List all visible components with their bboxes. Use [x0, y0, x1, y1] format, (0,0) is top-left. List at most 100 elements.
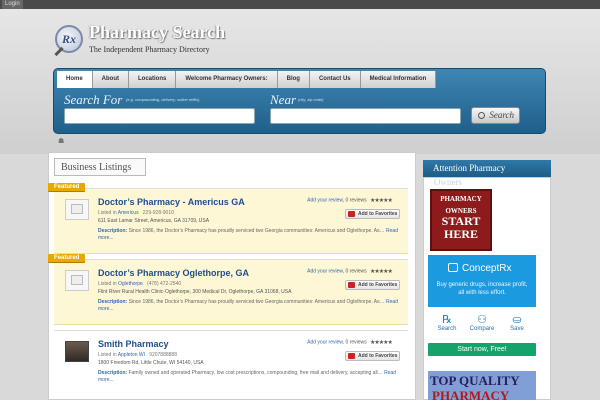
- site-title[interactable]: Pharmacy Search: [89, 22, 225, 43]
- listing-title[interactable]: Doctor’s Pharmacy - Americus GA: [98, 197, 245, 207]
- add-review-link[interactable]: Add your review,: [307, 339, 344, 345]
- description-text: Family owned and operated Pharmacy, low …: [128, 370, 383, 376]
- listing-title[interactable]: Smith Pharmacy: [98, 339, 169, 349]
- feature-save-label: Save: [510, 326, 524, 332]
- main-nav: Home About Locations Welcome Pharmacy Ow…: [57, 71, 437, 88]
- near-label: Near: [270, 92, 296, 107]
- review-info: Add your review, 0 reviews ★★★★★: [307, 339, 400, 346]
- piggy-bank-icon: ⛀: [512, 314, 522, 326]
- listing-thumbnail[interactable]: [65, 199, 89, 220]
- listed-prefix: Listed in: [98, 210, 117, 216]
- listing-item: Smith Pharmacy Listed in Appleton WI 920…: [54, 330, 408, 396]
- add-review-link[interactable]: Add your review,: [307, 268, 344, 274]
- conceptrx-ad[interactable]: ConceptRx Buy generic drugs, increase pr…: [428, 255, 536, 355]
- listed-prefix: Listed in: [98, 352, 117, 358]
- top-utility-bar: [0, 0, 600, 9]
- site-tagline: The Independent Pharmacy Directory: [89, 45, 210, 54]
- quality-ad-line1: TOP QUALITY: [430, 373, 520, 388]
- conceptrx-logo-icon: [448, 263, 458, 272]
- heart-icon: [348, 211, 355, 217]
- home-breadcrumb-icon[interactable]: ☗: [58, 137, 64, 145]
- review-count: 0 reviews: [345, 268, 367, 275]
- listed-prefix: Listed in: [98, 281, 117, 287]
- conceptrx-brand: ConceptRx: [462, 263, 512, 274]
- feature-search-label: Search: [437, 326, 457, 332]
- conceptrx-logo: ConceptRx: [448, 263, 511, 274]
- favorites-label: Add to Favorites: [358, 353, 398, 359]
- listing-phone: (478) 472-2540: [146, 281, 182, 287]
- search-button-label: Search: [489, 110, 514, 120]
- pharmacy-owners-ad[interactable]: PHARMACY OWNERS START HERE: [430, 189, 492, 251]
- heart-icon: [348, 353, 355, 359]
- listing-thumbnail[interactable]: [65, 341, 89, 362]
- sidebar-heading-overflow: Owners: [434, 177, 462, 187]
- nav-contact[interactable]: Contact Us: [309, 71, 361, 88]
- nav-pharmacy-owners[interactable]: Welcome Pharmacy Owners:: [176, 71, 278, 88]
- description-label: Description:: [98, 228, 128, 234]
- nav-home[interactable]: Home: [57, 71, 93, 88]
- feature-save: ⛀ Save: [502, 314, 532, 332]
- section-title: Business Listings: [54, 158, 146, 176]
- listing-description: Description: Family owned and operated P…: [98, 370, 398, 384]
- compare-icon: ⚇: [477, 314, 487, 326]
- ad-owners-line1: PHARMACY: [440, 195, 482, 203]
- feature-compare: ⚇ Compare: [467, 314, 497, 332]
- review-count: 0 reviews: [345, 197, 367, 204]
- listing-item: Featured Doctor’s Pharmacy Oglethorpe, G…: [48, 254, 408, 325]
- rating-stars-icon: ★★★★★: [370, 198, 393, 204]
- listing-phone: 229-928-9010: [142, 210, 174, 216]
- favorites-label: Add to Favorites: [358, 282, 398, 288]
- nav-blog[interactable]: Blog: [277, 71, 310, 88]
- conceptrx-copy: Buy generic drugs, increase profit, all …: [436, 282, 528, 296]
- listing-phone: 9207888888: [149, 352, 177, 358]
- feature-search: ℞ Search: [432, 314, 462, 332]
- listing-address: 1800 Freedom Rd, Little Chute, WI 54140,…: [98, 360, 204, 366]
- add-to-favorites-button[interactable]: Add to Favorites: [345, 351, 400, 361]
- listing-category-link[interactable]: Americus: [118, 210, 139, 216]
- search-for-hint: (e.g. compounding, delivery, online refi…: [126, 97, 200, 102]
- listing-meta: Listed in Americus 229-928-9010: [98, 210, 174, 216]
- listing-category-link[interactable]: Appleton WI: [118, 352, 145, 358]
- search-for-input[interactable]: [64, 108, 255, 124]
- add-to-favorites-button[interactable]: Add to Favorites: [345, 280, 400, 290]
- search-icon: [478, 112, 485, 119]
- nav-about[interactable]: About: [92, 71, 129, 88]
- review-info: Add your review, 0 reviews ★★★★★: [307, 197, 400, 204]
- listing-meta: Listed in Oglethorpe (478) 472-2540: [98, 281, 181, 287]
- review-info: Add your review, 0 reviews ★★★★★: [307, 268, 400, 275]
- top-quality-pharmacy-ad[interactable]: TOP QUALITY PHARMACY: [428, 371, 536, 400]
- heart-icon: [348, 282, 355, 288]
- rx-icon: ℞: [442, 314, 452, 326]
- featured-badge: Featured: [48, 254, 86, 262]
- description-label: Description:: [98, 299, 128, 305]
- search-for-label: Search For: [64, 92, 123, 107]
- listing-title[interactable]: Doctor’s Pharmacy Oglethorpe, GA: [98, 268, 249, 278]
- near-input[interactable]: [270, 108, 461, 124]
- listing-description: Description: Since 1986, the Doctor’s Ph…: [98, 228, 398, 242]
- start-now-button[interactable]: Start now, Free!: [428, 343, 536, 356]
- add-to-favorites-button[interactable]: Add to Favorites: [345, 209, 400, 219]
- nav-medical-information[interactable]: Medical Information: [360, 71, 437, 88]
- login-link[interactable]: Login: [2, 0, 23, 9]
- search-button[interactable]: Search: [471, 107, 520, 124]
- rating-stars-icon: ★★★★★: [370, 340, 393, 346]
- logo-text: Rx: [62, 32, 77, 46]
- add-review-link[interactable]: Add your review,: [307, 197, 344, 203]
- feature-compare-label: Compare: [469, 326, 495, 332]
- listing-meta: Listed in Appleton WI 9207888888: [98, 352, 177, 358]
- quality-ad-line2: PHARMACY: [432, 388, 510, 400]
- ad-owners-line4: HERE: [443, 227, 478, 241]
- near-hint: (city, zip code): [298, 97, 324, 102]
- description-text: Since 1986, the Doctor’s Pharmacy has pr…: [128, 228, 385, 234]
- rating-stars-icon: ★★★★★: [370, 269, 393, 275]
- listing-description: Description: Since 1986, the Doctor’s Ph…: [98, 299, 398, 313]
- nav-locations[interactable]: Locations: [129, 71, 177, 88]
- listing-thumbnail[interactable]: [65, 270, 89, 291]
- sidebar-heading: Attention Pharmacy: [423, 160, 551, 177]
- listing-address: 611 East Lamar Street, Americus, GA 3170…: [98, 218, 210, 224]
- review-count: 0 reviews: [345, 339, 367, 346]
- featured-badge: Featured: [48, 183, 86, 191]
- listing-category-link[interactable]: Oglethorpe: [118, 281, 143, 287]
- description-text: Since 1986, the Doctor’s Pharmacy has pr…: [128, 299, 385, 305]
- description-label: Description:: [98, 370, 128, 376]
